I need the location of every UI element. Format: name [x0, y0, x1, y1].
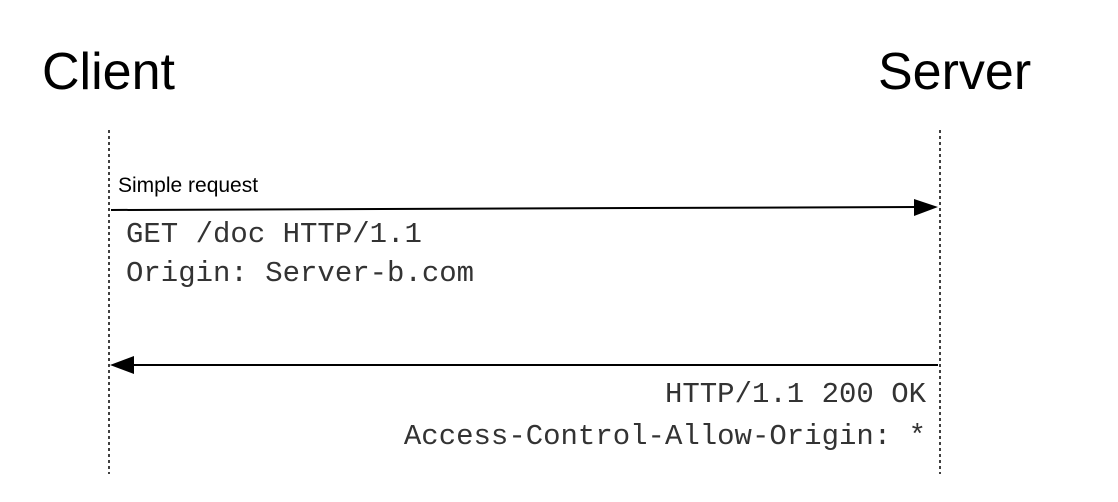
- request-line-method: GET /doc HTTP/1.1: [126, 218, 422, 251]
- request-label: Simple request: [118, 174, 259, 197]
- request-line-origin: Origin: Server-b.com: [126, 257, 475, 290]
- request-arrow: [110, 199, 938, 216]
- response-line-status: HTTP/1.1 200 OK: [664, 378, 926, 411]
- response-line-acao-header: Access-Control-Allow-Origin: *: [403, 420, 926, 453]
- client-actor-title: Client: [42, 43, 175, 101]
- response-arrow: [110, 356, 938, 374]
- server-actor-title: Server: [878, 43, 1032, 101]
